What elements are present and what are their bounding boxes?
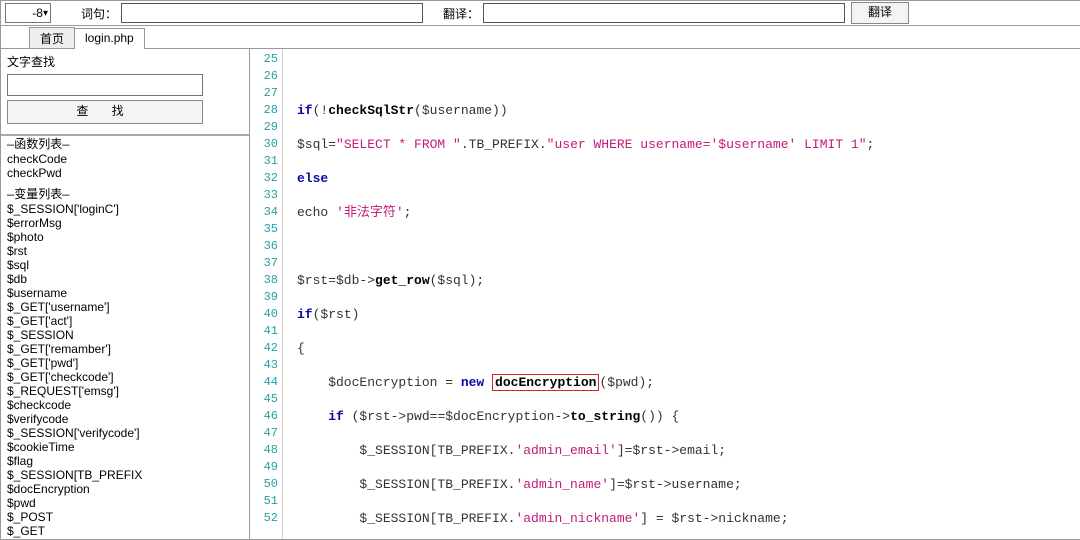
line-number: 30 xyxy=(250,136,278,153)
chevron-down-icon: ▾ xyxy=(43,8,48,19)
translate-input[interactable] xyxy=(483,3,845,23)
line-number: 45 xyxy=(250,391,278,408)
line-number: 42 xyxy=(250,340,278,357)
line-number: 41 xyxy=(250,323,278,340)
highlighted-function: docEncryption xyxy=(492,374,599,391)
encoding-value: -8 xyxy=(32,6,43,20)
line-number: 38 xyxy=(250,272,278,289)
text-search-panel: 文字查找 查 找 xyxy=(1,49,249,128)
list-item[interactable]: $rst xyxy=(7,244,243,258)
list-item[interactable]: $pwd xyxy=(7,496,243,510)
list-item[interactable]: $flag xyxy=(7,454,243,468)
list-item[interactable]: $errorMsg xyxy=(7,216,243,230)
list-item[interactable]: $_GET xyxy=(7,524,243,538)
encoding-select[interactable]: -8 ▾ xyxy=(5,3,51,23)
list-item[interactable]: $db xyxy=(7,272,243,286)
line-number: 39 xyxy=(250,289,278,306)
line-gutter: 25 26 27 28 29 30 31 32 33 34 35 36 37 3… xyxy=(250,49,283,539)
code-line: $rst=$db->get_row($sql); xyxy=(297,272,1080,289)
code-line: $_SESSION[TB_PREFIX.'admin_email']=$rst-… xyxy=(297,442,1080,459)
line-number: 40 xyxy=(250,306,278,323)
line-number: 35 xyxy=(250,221,278,238)
code-line: if($rst) xyxy=(297,306,1080,323)
line-number: 32 xyxy=(250,170,278,187)
text-search-button[interactable]: 查 找 xyxy=(7,100,203,124)
var-list-header: —变量列表— xyxy=(7,188,243,202)
tab-bar: 首页 login.php xyxy=(1,26,1080,49)
main-body: 文字查找 查 找 —函数列表— checkCode checkPwd —变量列表… xyxy=(1,49,1080,539)
list-item[interactable]: $username xyxy=(7,286,243,300)
list-item[interactable]: $verifycode xyxy=(7,412,243,426)
list-item[interactable]: $docEncryption xyxy=(7,482,243,496)
code-line: { xyxy=(297,340,1080,357)
list-item[interactable]: $_GET['pwd'] xyxy=(7,356,243,370)
line-number: 50 xyxy=(250,476,278,493)
code-line: if(!checkSqlStr($username)) xyxy=(297,102,1080,119)
line-number: 31 xyxy=(250,153,278,170)
list-item[interactable]: $_SESSION xyxy=(7,328,243,342)
list-item[interactable]: $_GET['act'] xyxy=(7,314,243,328)
line-number: 37 xyxy=(250,255,278,272)
line-number: 46 xyxy=(250,408,278,425)
list-item[interactable]: $cookieTime xyxy=(7,440,243,454)
code-line xyxy=(297,238,1080,255)
line-number: 29 xyxy=(250,119,278,136)
line-number: 49 xyxy=(250,459,278,476)
app-root: -8 ▾ 词句： 翻译： 翻译 首页 login.php 文字查找 查 找 —函… xyxy=(0,0,1080,540)
list-item[interactable]: $_REQUEST xyxy=(7,538,243,539)
line-number: 36 xyxy=(250,238,278,255)
symbol-list: —函数列表— checkCode checkPwd —变量列表— $_SESSI… xyxy=(1,134,249,539)
query-input[interactable] xyxy=(121,3,423,23)
line-number: 43 xyxy=(250,357,278,374)
list-item[interactable]: $_SESSION[TB_PREFIX xyxy=(7,468,243,482)
line-number: 44 xyxy=(250,374,278,391)
list-item[interactable]: $_SESSION['loginC'] xyxy=(7,202,243,216)
translate-label: 翻译： xyxy=(443,5,479,22)
code-editor[interactable]: 25 26 27 28 29 30 31 32 33 34 35 36 37 3… xyxy=(250,49,1080,539)
line-number: 26 xyxy=(250,68,278,85)
translate-button[interactable]: 翻译 xyxy=(851,2,909,24)
top-toolbar: -8 ▾ 词句： 翻译： 翻译 xyxy=(1,1,1080,26)
code-line: $_SESSION[TB_PREFIX.'admin_name']=$rst->… xyxy=(297,476,1080,493)
list-item[interactable]: $_GET['remamber'] xyxy=(7,342,243,356)
line-number: 48 xyxy=(250,442,278,459)
line-number: 52 xyxy=(250,510,278,527)
list-item[interactable]: checkPwd xyxy=(7,166,243,180)
list-item[interactable]: $photo xyxy=(7,230,243,244)
tab-login-php[interactable]: login.php xyxy=(74,28,145,49)
list-item[interactable]: $checkcode xyxy=(7,398,243,412)
list-item[interactable]: $_REQUEST['emsg'] xyxy=(7,384,243,398)
line-number: 28 xyxy=(250,102,278,119)
line-number: 34 xyxy=(250,204,278,221)
list-item[interactable]: $_POST xyxy=(7,510,243,524)
text-search-input[interactable] xyxy=(7,74,203,96)
line-number: 51 xyxy=(250,493,278,510)
text-search-title: 文字查找 xyxy=(7,53,243,70)
list-item[interactable]: $sql xyxy=(7,258,243,272)
list-item[interactable]: $_GET['checkcode'] xyxy=(7,370,243,384)
query-label: 词句： xyxy=(81,5,117,22)
code-line: $_SESSION[TB_PREFIX.'admin_nickname'] = … xyxy=(297,510,1080,527)
line-number: 33 xyxy=(250,187,278,204)
sidebar: 文字查找 查 找 —函数列表— checkCode checkPwd —变量列表… xyxy=(1,49,250,539)
list-item[interactable]: $_SESSION['verifycode'] xyxy=(7,426,243,440)
line-number: 25 xyxy=(250,51,278,68)
code-line: $sql="SELECT * FROM ".TB_PREFIX."user WH… xyxy=(297,136,1080,153)
list-item[interactable]: $_GET['username'] xyxy=(7,300,243,314)
code-line: echo '非法字符'; xyxy=(297,204,1080,221)
line-number: 27 xyxy=(250,85,278,102)
code-line xyxy=(297,68,1080,85)
code-line: if ($rst->pwd==$docEncryption->to_string… xyxy=(297,408,1080,425)
line-number: 47 xyxy=(250,425,278,442)
spacer xyxy=(7,180,243,188)
source-text[interactable]: if(!checkSqlStr($username)) $sql="SELECT… xyxy=(283,49,1080,539)
list-item[interactable]: checkCode xyxy=(7,152,243,166)
code-line: $docEncryption = new docEncryption($pwd)… xyxy=(297,374,1080,391)
code-line: else xyxy=(297,170,1080,187)
fn-list-header: —函数列表— xyxy=(7,138,243,152)
tab-home[interactable]: 首页 xyxy=(29,27,75,48)
